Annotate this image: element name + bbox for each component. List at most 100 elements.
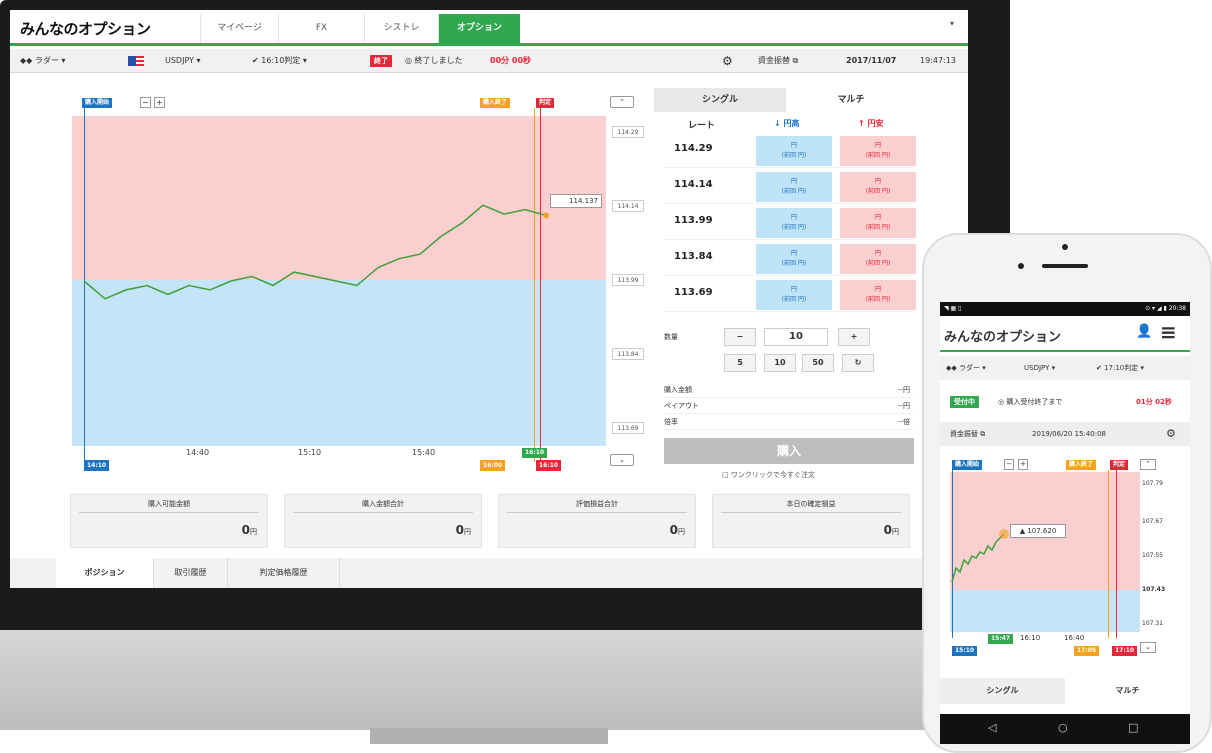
low-price: 円 (874, 286, 881, 293)
low-button[interactable]: 円 (前回 円) (840, 136, 916, 166)
recent-apps-icon[interactable]: □ (1128, 721, 1138, 734)
phone-zoom-out-button[interactable]: − (1004, 459, 1014, 470)
phone-judge-select[interactable]: ✔ 17:10判定 ▾ (1096, 356, 1144, 380)
tab-systre[interactable]: シストレ (364, 14, 438, 43)
order-panel: シングル マルチ レート ↓ 円高 ↑ 円安 114.29 円 (前回 円) 円 (… (654, 88, 916, 488)
monitor-chin (0, 630, 1010, 730)
phone-purchase-end-tag: 購入終了 (1066, 460, 1097, 470)
preset-10-button[interactable]: 10 (764, 354, 796, 372)
pair-select[interactable]: USDJPY ▾ (165, 49, 201, 73)
tab-position[interactable]: ポジション (56, 558, 154, 588)
phone-y-tick: 107.31 (1142, 620, 1163, 627)
low-button[interactable]: 円 (前回 円) (840, 208, 916, 238)
phone-status-row: 受付中 ◎ 購入受付終了まで 01分 02秒 (940, 392, 1190, 412)
rate-row: 114.29 円 (前回 円) 円 (前回 円) (664, 134, 916, 168)
qty-minus-button[interactable]: − (724, 328, 756, 346)
user-icon[interactable]: 👤 (1136, 324, 1152, 339)
phone-tab-multi[interactable]: マルチ (1065, 678, 1190, 704)
x-tick: 15:10 (298, 448, 322, 457)
rate-value: 113.99 (674, 215, 713, 226)
tab-option[interactable]: オプション (438, 14, 520, 43)
low-button[interactable]: 円 (前回 円) (840, 280, 916, 310)
phone-tab-single[interactable]: シングル (940, 678, 1065, 704)
summary-number: 0 (669, 523, 678, 537)
type-select[interactable]: ◆◆ ラダー ▾ (20, 49, 65, 73)
summary-number: 0 (241, 523, 250, 537)
high-button[interactable]: 円 (前回 円) (756, 136, 832, 166)
tab-fx[interactable]: FX (278, 14, 364, 43)
one-click-checkbox[interactable]: □ ワンクリックで今すぐ注文 (722, 470, 815, 480)
high-price: 円 (790, 250, 797, 257)
low-prev: (前回 円) (865, 296, 891, 303)
home-icon[interactable]: ○ (1058, 721, 1068, 734)
phone-deposit-link[interactable]: 資金振替 ⧉ (950, 422, 985, 446)
summary-number: 0 (883, 523, 892, 537)
info-label: 倍率 (664, 418, 678, 426)
end-time-tag: 16:00 (480, 460, 506, 471)
phone-type-select[interactable]: ◆◆ ラダー ▾ (946, 356, 986, 380)
low-button[interactable]: 円 (前回 円) (840, 172, 916, 202)
reset-icon[interactable]: ↻ (842, 354, 874, 372)
high-prev: (前回 円) (781, 260, 807, 267)
low-price: 円 (874, 250, 881, 257)
qty-input[interactable]: 10 (764, 328, 828, 346)
deposit-link[interactable]: 資金振替 ⧉ (758, 49, 798, 73)
phone-scroll-up-button[interactable]: ⌃ (1140, 459, 1156, 470)
back-icon[interactable]: ◁ (988, 721, 996, 734)
app-logo[interactable]: みんなのオプション (20, 18, 151, 39)
start-time-tag: 14:10 (84, 460, 110, 471)
low-prev: (前回 円) (865, 224, 891, 231)
phone-zoom-in-button[interactable]: + (1018, 459, 1028, 470)
summary-value: 0円 (456, 523, 471, 537)
nav-dropdown-icon[interactable]: ▾ (950, 19, 954, 28)
info-value: --円 (897, 402, 910, 410)
high-button[interactable]: 円 (前回 円) (756, 280, 832, 310)
phone-logo[interactable]: みんなのオプション (944, 326, 1061, 345)
summary-unit: 円 (678, 528, 685, 536)
tab-mypage[interactable]: マイページ (200, 14, 278, 43)
high-button[interactable]: 円 (前回 円) (756, 172, 832, 202)
qty-label: 数量 (664, 333, 678, 341)
rate-row: 113.84 円 (前回 円) 円 (前回 円) (664, 242, 916, 276)
menu-icon[interactable]: ≡ (1160, 320, 1177, 344)
phone-current-price: ▲ 107.620 (1010, 524, 1066, 538)
tab-multi[interactable]: マルチ (786, 88, 916, 112)
zoom-in-button[interactable]: + (154, 97, 165, 108)
tab-single[interactable]: シングル (654, 88, 786, 112)
judge-select[interactable]: ✔ 16:10判定 ▾ (252, 49, 307, 73)
scroll-up-button[interactable]: ⌃ (610, 96, 634, 108)
phone-pair-select[interactable]: USDJPY ▾ (1024, 356, 1055, 380)
zoom-out-button[interactable]: − (140, 97, 151, 108)
low-button[interactable]: 円 (前回 円) (840, 244, 916, 274)
buy-button[interactable]: 購入 (664, 438, 914, 464)
scroll-down-button[interactable]: ⌄ (610, 454, 634, 466)
high-button[interactable]: 円 (前回 円) (756, 208, 832, 238)
gear-icon[interactable]: ⚙ (722, 49, 733, 73)
phone-screen: ◥ ▦ ▯ ⊙ ▾ ◢ ▮ 20:38 みんなのオプション 👤 ≡ ◆◆ ラダー… (940, 302, 1190, 744)
toolbar-date: 2017/11/07 (846, 56, 897, 65)
top-nav: みんなのオプション マイページ FX シストレ オプション ▾ (10, 10, 968, 46)
desktop-screen: みんなのオプション マイページ FX シストレ オプション ▾ ◆◆ ラダー ▾… (10, 10, 968, 588)
low-prev: (前回 円) (865, 260, 891, 267)
phone-gear-icon[interactable]: ⚙ (1166, 422, 1176, 446)
high-button[interactable]: 円 (前回 円) (756, 244, 832, 274)
phone-scroll-down-button[interactable]: ⌄ (1140, 642, 1156, 653)
summary-purchase-total: 購入金額合計 0円 (284, 494, 482, 548)
preset-50-button[interactable]: 50 (802, 354, 834, 372)
x-tick: 14:40 (186, 448, 210, 457)
summary-label: 本日の確定損益 (721, 499, 901, 513)
info-label: 購入金額 (664, 386, 692, 394)
col-low: ↑ 円安 (858, 119, 884, 128)
y-tick: 114.14 (612, 200, 644, 212)
summary-unit: 円 (464, 528, 471, 536)
info-value: --倍 (897, 418, 910, 426)
preset-5-button[interactable]: 5 (724, 354, 756, 372)
tab-label: シストレ (383, 23, 420, 33)
current-price-dot (543, 212, 549, 219)
col-high: ↓ 円高 (774, 119, 800, 128)
option-toolbar: ◆◆ ラダー ▾ USDJPY ▾ ✔ 16:10判定 ▾ 終了 ◎ 終了しまし… (10, 49, 968, 73)
tab-history[interactable]: 取引履歴 (154, 558, 228, 588)
tab-judge-history[interactable]: 判定価格履歴 (228, 558, 340, 588)
phone-status-badge: 受付中 (950, 396, 979, 408)
qty-plus-button[interactable]: + (838, 328, 870, 346)
